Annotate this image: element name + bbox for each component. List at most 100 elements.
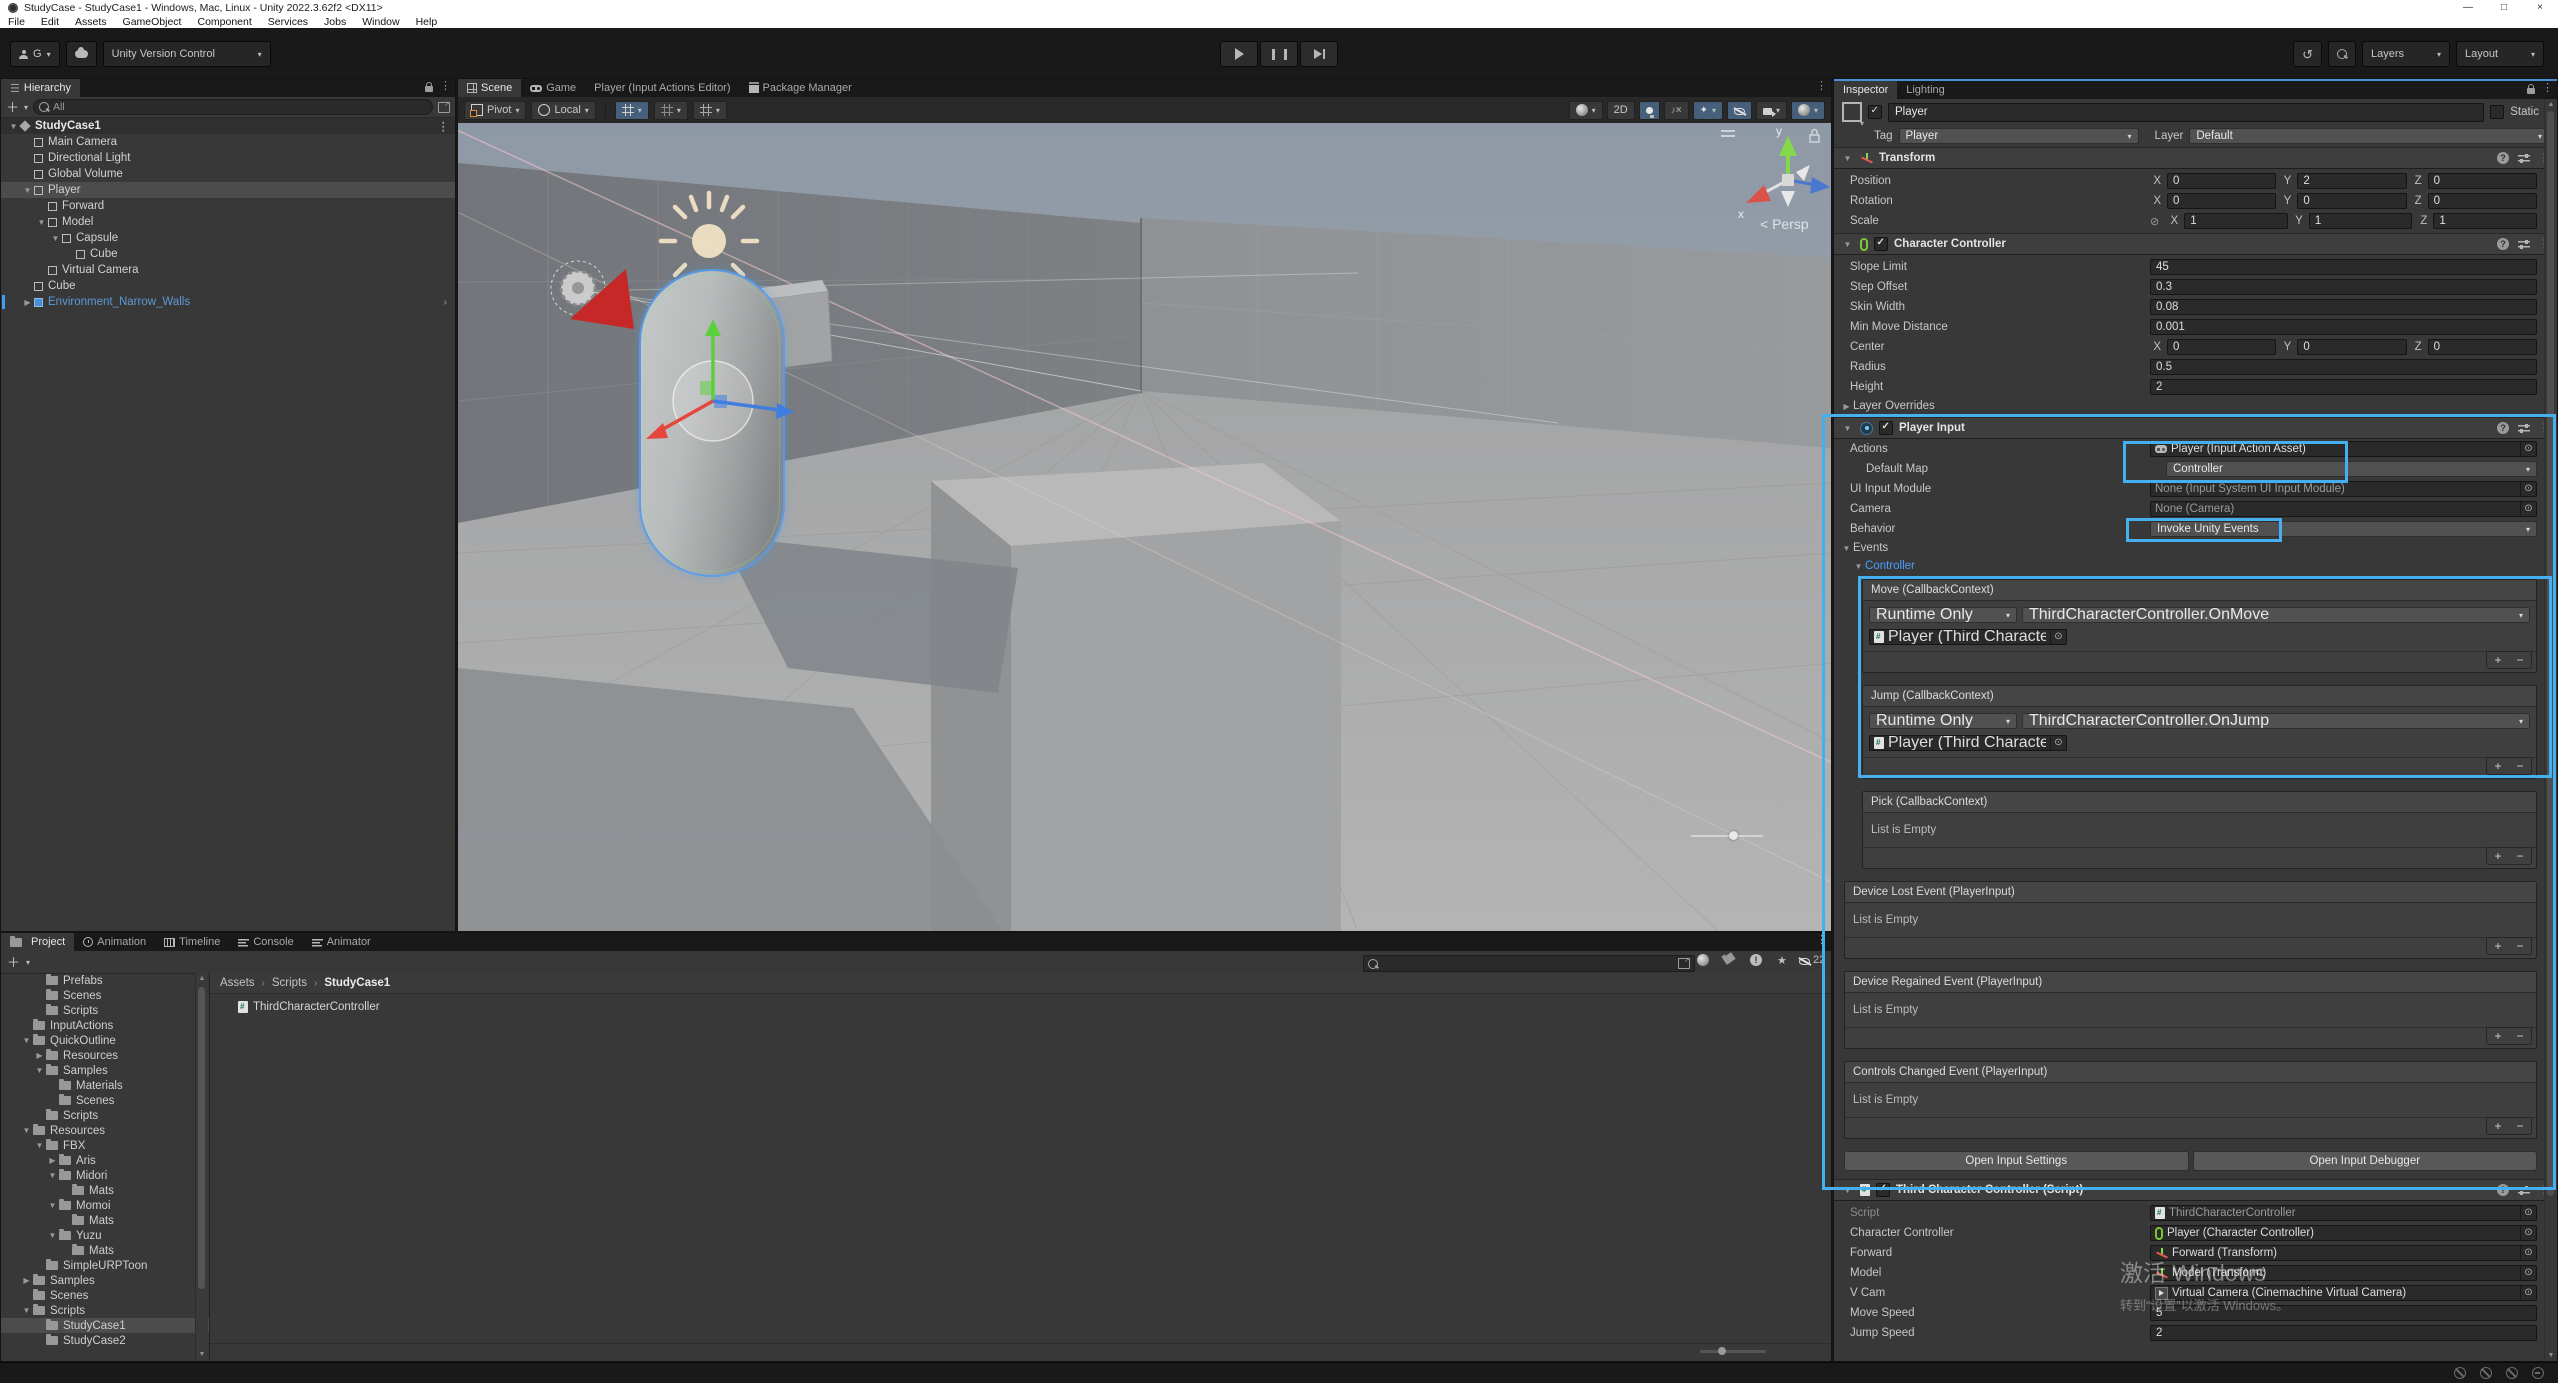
foldout-icon[interactable]: ▼	[20, 1126, 33, 1135]
scroll-up-icon[interactable]: ▲	[198, 975, 206, 982]
layer-dropdown[interactable]: Default▾	[2189, 128, 2549, 144]
add-event-button[interactable]: +	[2487, 848, 2509, 864]
kebab-menu-icon[interactable]: ⋮	[2542, 83, 2553, 94]
tab-project[interactable]: Project	[1, 933, 74, 951]
measure-button[interactable]: ▾	[693, 101, 727, 120]
account-button[interactable]: G ▾	[10, 41, 60, 67]
asset-item-thirdcharactercontroller[interactable]: ThirdCharacterController	[210, 998, 1830, 1016]
gameobject-cube-icon[interactable]	[1842, 102, 1862, 122]
event-method-dropdown[interactable]: ThirdCharacterController.OnMove▾	[2022, 607, 2530, 623]
project-folder-mats[interactable]: Mats	[1, 1213, 209, 1228]
audio-toggle[interactable]: ♪×	[1664, 101, 1689, 120]
zoom-slider[interactable]	[1700, 1350, 1766, 1353]
layer-overrides-foldout[interactable]: ▶Layer Overrides	[1834, 397, 2557, 415]
breadcrumb-current[interactable]: StudyCase1	[324, 977, 390, 989]
project-folder-aris[interactable]: ▶Aris	[1, 1153, 209, 1168]
menu-item-assets[interactable]: Assets	[67, 15, 115, 28]
project-folder-scenes[interactable]: Scenes	[1, 988, 209, 1003]
open-input-settings-button[interactable]: Open Input Settings	[1844, 1151, 2189, 1171]
tab-animator[interactable]: Animator	[303, 933, 380, 951]
lock-icon[interactable]	[425, 86, 433, 92]
project-folder-simpleurptoon[interactable]: SimpleURPToon	[1, 1258, 209, 1273]
slider-knob[interactable]	[1729, 831, 1738, 840]
object-field[interactable]: ThirdCharacterController⊙	[2150, 1205, 2537, 1221]
project-folder-prefabs[interactable]: Prefabs	[1, 973, 209, 988]
help-icon[interactable]: ?	[2497, 152, 2509, 164]
scroll-down-icon[interactable]: ▼	[2547, 1352, 2555, 1359]
pause-button[interactable]	[1260, 41, 1298, 67]
value-field-x[interactable]: 0	[2167, 193, 2276, 209]
object-picker-icon[interactable]: ⊙	[2520, 1266, 2536, 1280]
remove-event-button[interactable]: −	[2509, 652, 2531, 668]
event-mode-dropdown[interactable]: Runtime Only▾	[1869, 607, 2017, 623]
chevron-right-icon[interactable]: ›	[444, 297, 447, 308]
hierarchy-row-model[interactable]: ▼Model	[1, 214, 455, 230]
preset-icon[interactable]	[2518, 423, 2530, 433]
foldout-icon[interactable]: ▶	[46, 1156, 59, 1165]
value-field-z[interactable]: 1	[2433, 213, 2537, 229]
foldout-icon[interactable]: ▼	[20, 1036, 33, 1045]
notifications-muted-icon[interactable]	[2454, 1367, 2466, 1379]
hierarchy-row-global-volume[interactable]: Global Volume	[1, 166, 455, 182]
scroll-down-icon[interactable]: ▼	[198, 1351, 206, 1358]
remove-event-button[interactable]: −	[2509, 1118, 2531, 1134]
layers-dropdown[interactable]: Layers ▾	[2362, 41, 2450, 67]
object-picker-icon[interactable]: ⊙	[2050, 630, 2066, 644]
object-picker-icon[interactable]: ⊙	[2520, 1226, 2536, 1240]
chevron-down-icon[interactable]: ▾	[26, 958, 30, 967]
event-method-dropdown[interactable]: ThirdCharacterController.OnJump▾	[2022, 713, 2530, 729]
value-field[interactable]: 0.5	[2150, 359, 2537, 375]
project-folder-samples[interactable]: ▼Samples	[1, 1063, 209, 1078]
object-picker-icon[interactable]: ⊙	[2520, 502, 2536, 516]
project-folder-fbx[interactable]: ▼FBX	[1, 1138, 209, 1153]
project-folder-studycase1[interactable]: StudyCase1	[1, 1318, 209, 1333]
version-control-dropdown[interactable]: Unity Version Control ▾	[103, 41, 271, 67]
project-folder-materials[interactable]: Materials	[1, 1078, 209, 1093]
foldout-icon[interactable]: ▼	[49, 234, 62, 243]
character-controller-header[interactable]: ▼ Character Controller ? ⋮	[1834, 233, 2557, 255]
enabled-checkbox[interactable]	[1879, 421, 1893, 435]
hidden-objects-toggle[interactable]	[1727, 101, 1752, 120]
messages-muted-icon[interactable]	[2480, 1367, 2492, 1379]
foldout-icon[interactable]: ▼	[7, 122, 20, 131]
lock-icon[interactable]	[2527, 88, 2535, 94]
value-field[interactable]: 2	[2150, 379, 2537, 395]
close-button[interactable]: ×	[2522, 0, 2558, 15]
pivot-toggle[interactable]: Pivot ▾	[464, 101, 526, 120]
menu-item-file[interactable]: File	[0, 15, 33, 28]
minimize-button[interactable]: —	[2450, 0, 2486, 15]
value-field-y[interactable]: 1	[2309, 213, 2413, 229]
project-folder-mats[interactable]: Mats	[1, 1243, 209, 1258]
tab-scene[interactable]: Scene	[458, 79, 521, 97]
breadcrumb-scripts[interactable]: Scripts	[272, 977, 307, 989]
player-input-header[interactable]: ▼ Player Input ? ⋮	[1834, 417, 2557, 439]
preset-icon[interactable]	[2518, 153, 2530, 163]
foldout-icon[interactable]: ▼	[1841, 424, 1854, 433]
menu-item-component[interactable]: Component	[189, 15, 259, 28]
project-folder-scenes[interactable]: Scenes	[1, 1093, 209, 1108]
add-event-button[interactable]: +	[2487, 1028, 2509, 1044]
menu-item-jobs[interactable]: Jobs	[316, 15, 354, 28]
chevron-down-icon[interactable]: ▾	[24, 103, 28, 112]
remove-event-button[interactable]: −	[2509, 848, 2531, 864]
remove-event-button[interactable]: −	[2509, 938, 2531, 954]
actions-object-field[interactable]: Player (Input Action Asset) ⊙	[2150, 441, 2537, 457]
event-target-field[interactable]: Player (Third Character Cor⊙	[1869, 629, 2067, 645]
viewport-slider[interactable]	[1691, 831, 1763, 841]
preset-icon[interactable]	[2518, 239, 2530, 249]
sync-status-icon[interactable]	[2532, 1367, 2544, 1379]
2d-toggle[interactable]: 2D	[1607, 101, 1635, 120]
tab-console[interactable]: Console	[229, 933, 302, 951]
hierarchy-row-main-camera[interactable]: Main Camera	[1, 134, 455, 150]
value-field-y[interactable]: 0	[2297, 339, 2406, 355]
value-field[interactable]: 0.3	[2150, 279, 2537, 295]
object-picker-icon[interactable]: ⊙	[2520, 1206, 2536, 1220]
value-field[interactable]: 0.08	[2150, 299, 2537, 315]
effects-dropdown[interactable]: ✦▾	[1693, 101, 1723, 120]
menu-item-services[interactable]: Services	[260, 15, 316, 28]
tab-timeline[interactable]: Timeline	[155, 933, 229, 951]
tab-animation[interactable]: Animation	[74, 933, 155, 951]
hierarchy-search-input[interactable]: All	[33, 99, 433, 115]
events-foldout[interactable]: ▼Events	[1834, 539, 2557, 557]
add-event-button[interactable]: +	[2487, 1118, 2509, 1134]
